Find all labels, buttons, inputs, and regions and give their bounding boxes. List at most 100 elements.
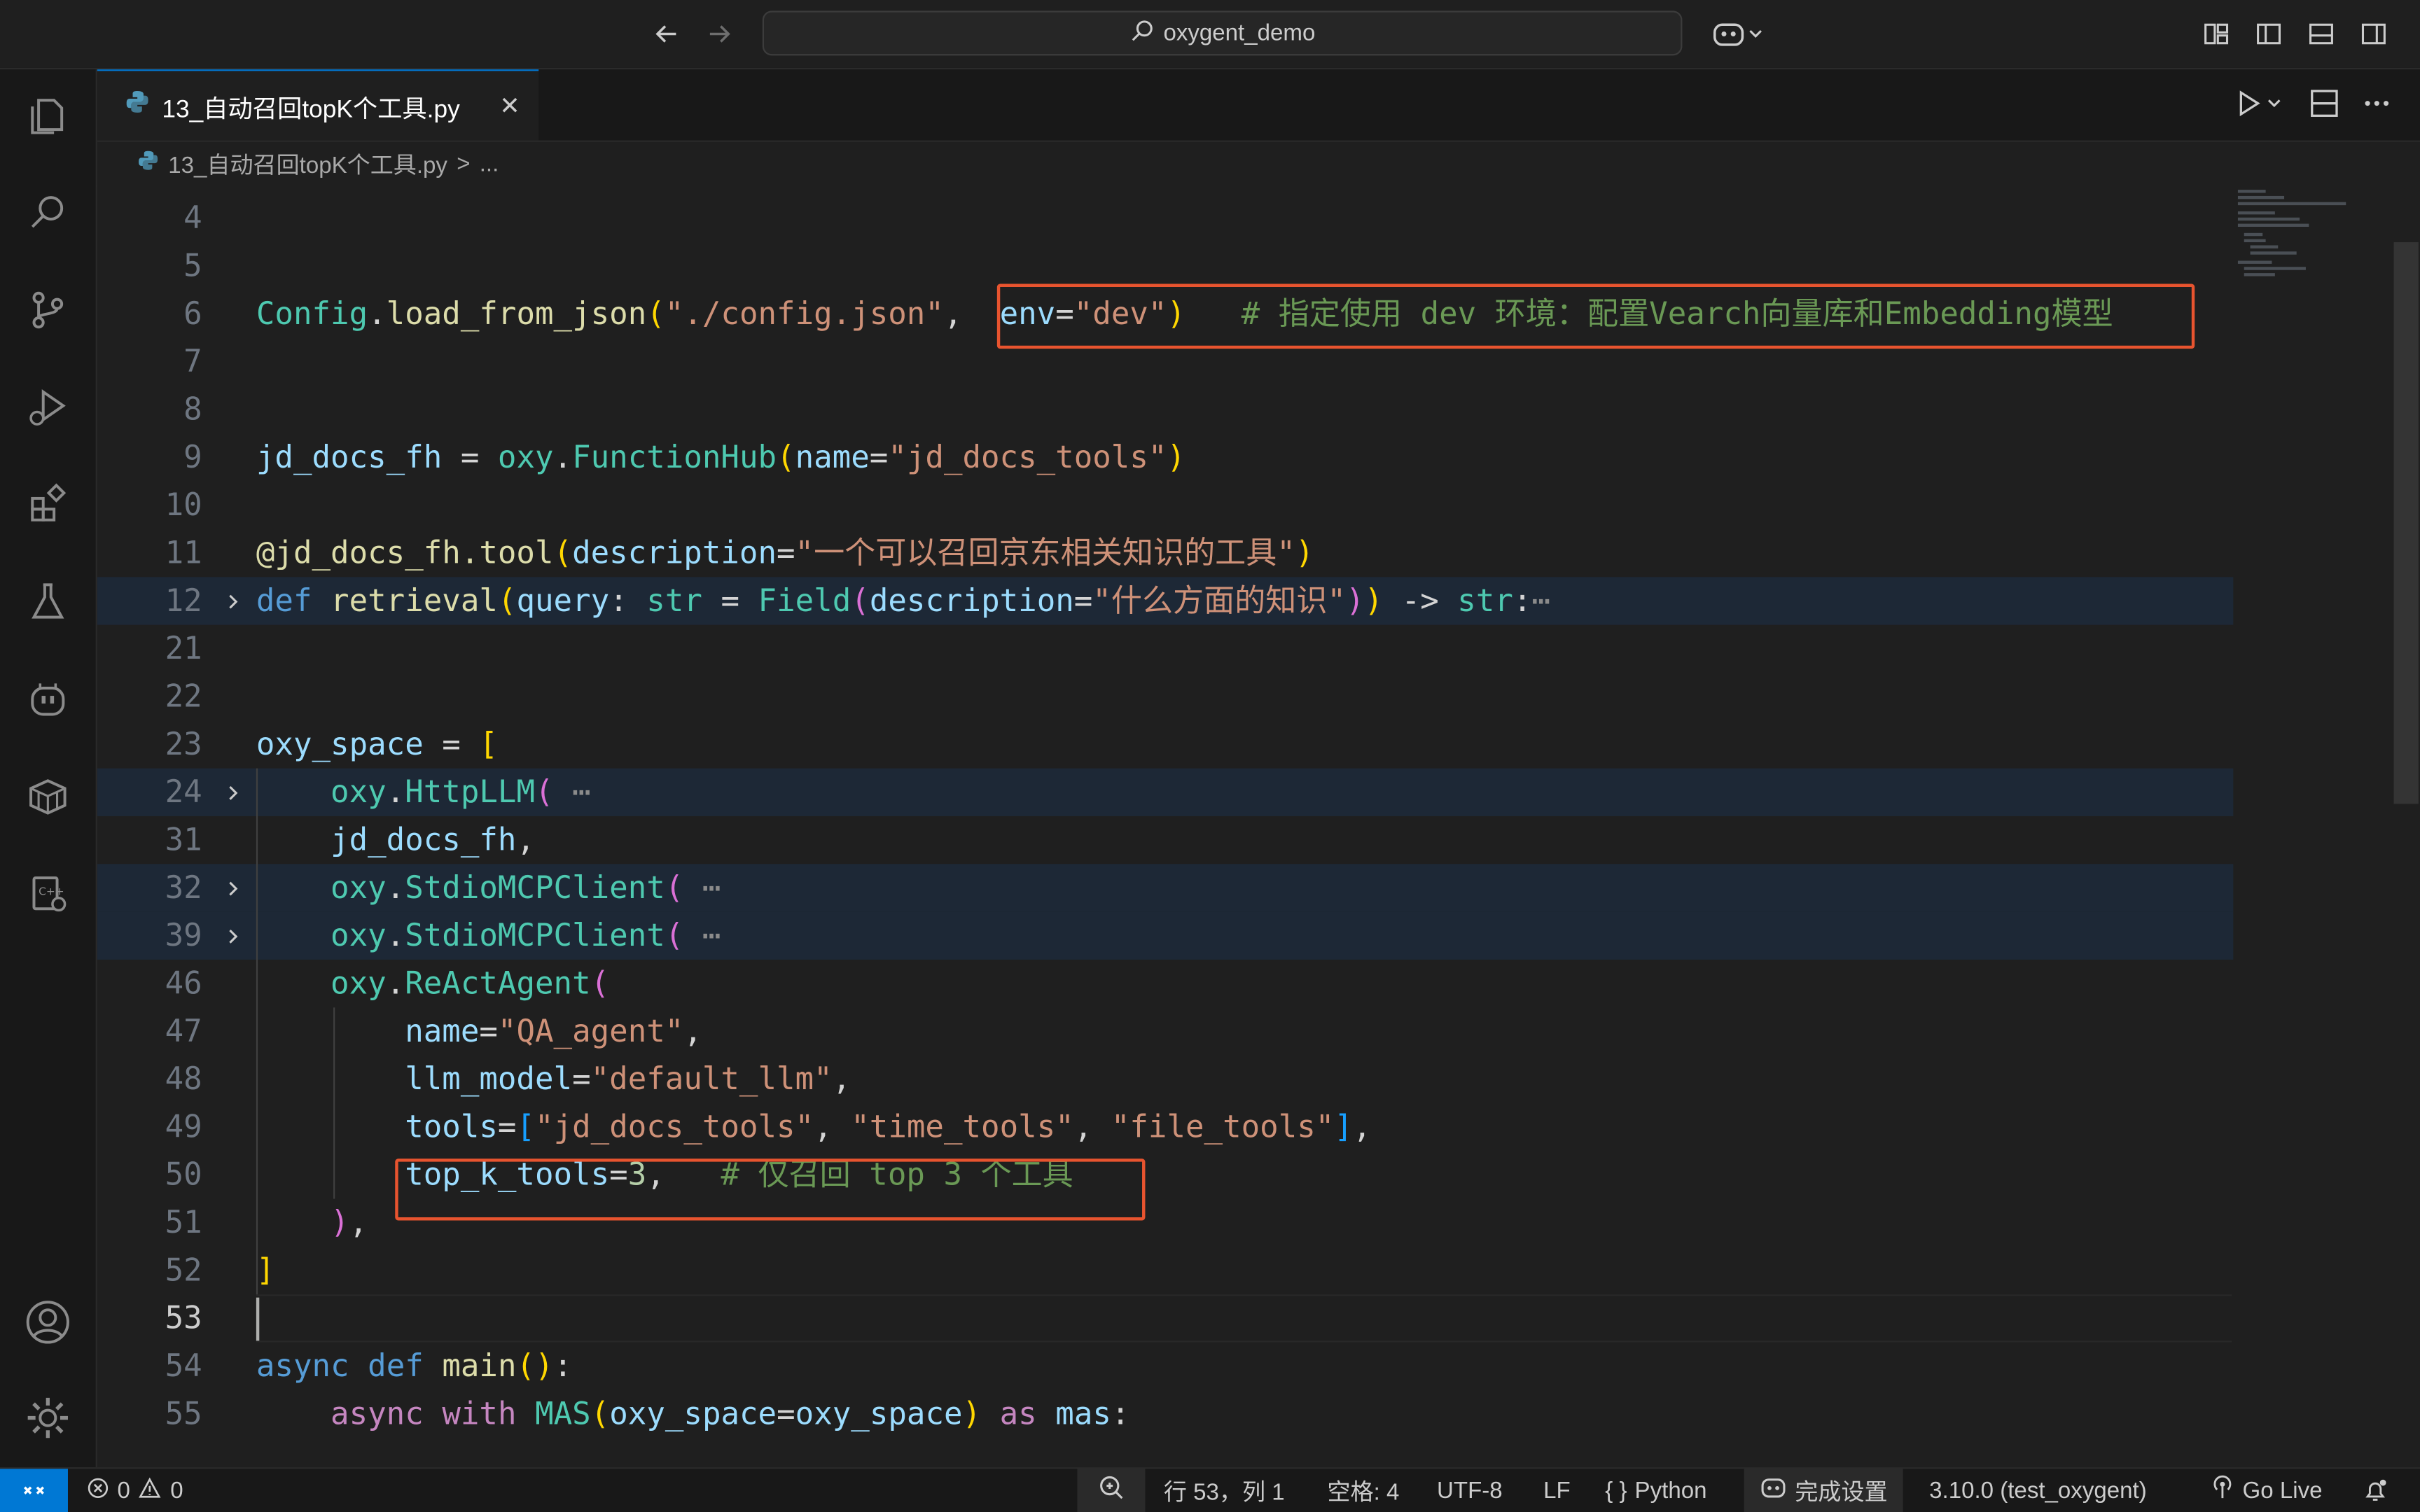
indent-guide	[256, 768, 258, 1295]
activity-bar: C++	[0, 69, 97, 1468]
breadcrumb-symbol[interactable]: ...	[480, 150, 499, 176]
line-number: 49	[165, 1107, 202, 1145]
copilot-icon	[1760, 1475, 1788, 1506]
line-number: 24	[165, 773, 202, 811]
code-text: oxy.HttpLLM( ⋯	[331, 773, 591, 811]
line-number: 7	[183, 342, 202, 380]
code-line: 4	[97, 195, 2233, 242]
copilot-chat-icon[interactable]	[20, 671, 76, 727]
line-number: 22	[165, 677, 202, 715]
forward-arrow-icon[interactable]	[704, 18, 735, 49]
copilot-setup-button[interactable]: 完成设置	[1744, 1469, 1903, 1512]
command-center-search[interactable]: oxygent_demo	[762, 10, 1683, 56]
code-line: 21	[97, 625, 2233, 673]
remote-box-icon[interactable]	[20, 769, 76, 824]
code-line: 8	[97, 386, 2233, 433]
zoom-indicator[interactable]	[1077, 1469, 1146, 1512]
code-text: async def main():	[256, 1347, 573, 1385]
run-and-debug-icon[interactable]	[20, 379, 76, 435]
line-number: 21	[165, 629, 202, 667]
line-number: 32	[165, 868, 202, 906]
line-number: 53	[165, 1298, 202, 1336]
code-line: 23 oxy_space = [	[97, 720, 2233, 768]
back-arrow-icon[interactable]	[651, 18, 682, 49]
code-text: jd_docs_fh,	[331, 820, 536, 858]
code-text: tools=["jd_docs_tools", "time_tools", "f…	[405, 1107, 1372, 1145]
python-interpreter[interactable]: 3.10.0 (test_oxygent)	[1929, 1469, 2147, 1512]
vertical-scrollbar[interactable]	[2392, 187, 2420, 1467]
code-line: 54 async def main():	[97, 1343, 2233, 1390]
language-mode[interactable]: { } Python	[1605, 1469, 1706, 1512]
notifications-bell-icon[interactable]	[2361, 1469, 2389, 1512]
error-count: 0	[117, 1477, 130, 1504]
settings-gear-icon[interactable]	[20, 1390, 76, 1446]
code-line: 10	[97, 482, 2233, 529]
go-live-button[interactable]: Go Live	[2210, 1469, 2323, 1512]
code-line: 22	[97, 673, 2233, 720]
problems-indicator[interactable]: 0 0	[86, 1469, 183, 1512]
line-number: 39	[165, 916, 202, 954]
broadcast-icon	[2210, 1475, 2234, 1506]
line-number: 55	[165, 1394, 202, 1432]
indent-guide	[333, 1007, 335, 1199]
title-bar: oxygent_demo	[0, 0, 2420, 70]
line-number: 5	[183, 246, 202, 284]
breadcrumb-file[interactable]: 13_自动召回topK个工具.py	[168, 147, 447, 179]
remote-indicator-button[interactable]	[0, 1469, 68, 1512]
tab-label: 13_自动召回topK个工具.py	[162, 96, 460, 123]
status-bar: 0 0 行 53，列 1 空格: 4 UTF-8 LF { } Python 完…	[0, 1467, 2420, 1512]
code-line-folded: 12 def retrieval(query: str = Field(desc…	[97, 577, 2234, 625]
testing-flask-icon[interactable]	[20, 574, 76, 629]
close-tab-icon[interactable]: ✕	[499, 90, 520, 121]
line-number: 4	[183, 199, 202, 237]
editor-tabs-bar: 13_自动召回topK个工具.py ✕	[97, 69, 2420, 142]
zoom-in-icon	[1097, 1474, 1125, 1507]
code-text: oxy.StdioMCPClient( ⋯	[331, 916, 721, 954]
fold-chevron-icon[interactable]	[224, 769, 242, 816]
code-line-current: 53	[97, 1294, 2233, 1342]
cursor-position[interactable]: 行 53，列 1	[1164, 1469, 1285, 1512]
line-number: 31	[165, 820, 202, 858]
fold-chevron-icon[interactable]	[224, 577, 242, 624]
source-control-icon[interactable]	[20, 282, 76, 337]
toggle-panel-icon[interactable]	[2306, 18, 2337, 49]
code-line: 49 tools=["jd_docs_tools", "time_tools",…	[97, 1103, 2233, 1151]
remote-explorer-icon[interactable]: C++	[20, 866, 76, 921]
braces-icon: { }	[1605, 1477, 1627, 1504]
toggle-secondary-sidebar-icon[interactable]	[2358, 18, 2389, 49]
line-number: 50	[165, 1155, 202, 1193]
run-file-icon[interactable]	[2235, 88, 2288, 127]
scrollbar-thumb[interactable]	[2393, 242, 2419, 804]
line-number: 54	[165, 1347, 202, 1385]
go-live-label: Go Live	[2242, 1477, 2323, 1504]
line-number: 23	[165, 724, 202, 762]
line-number: 48	[165, 1060, 202, 1098]
line-number: 12	[165, 581, 202, 619]
code-line: 5	[97, 242, 2233, 290]
fold-chevron-icon[interactable]	[224, 912, 242, 960]
code-editor[interactable]: 4 5 6 Config.load_from_json("./config.js…	[97, 186, 2420, 1468]
copilot-menu-icon[interactable]	[1707, 18, 1769, 49]
eol-setting[interactable]: LF	[1543, 1469, 1571, 1512]
warning-count: 0	[170, 1477, 183, 1504]
more-actions-icon[interactable]	[2361, 88, 2392, 127]
copilot-label: 完成设置	[1795, 1478, 1888, 1506]
highlight-box-topk	[395, 1158, 1146, 1221]
editor-tab-active[interactable]: 13_自动召回topK个工具.py ✕	[97, 69, 539, 141]
line-number: 52	[165, 1251, 202, 1289]
account-icon[interactable]	[20, 1294, 76, 1350]
customize-layout-icon[interactable]	[2201, 18, 2232, 49]
text-cursor	[256, 1297, 260, 1341]
encoding-setting[interactable]: UTF-8	[1437, 1469, 1503, 1512]
explorer-icon[interactable]	[20, 88, 76, 144]
search-text: oxygent_demo	[1163, 20, 1316, 47]
search-icon[interactable]	[20, 185, 76, 240]
line-number: 8	[183, 390, 202, 428]
toggle-primary-sidebar-icon[interactable]	[2253, 18, 2284, 49]
split-editor-icon[interactable]	[2309, 88, 2339, 127]
search-icon	[1129, 18, 1154, 48]
minimap[interactable]	[2232, 187, 2392, 1467]
indentation-setting[interactable]: 空格: 4	[1328, 1469, 1400, 1512]
extensions-icon[interactable]	[20, 477, 76, 532]
fold-chevron-icon[interactable]	[224, 864, 242, 911]
